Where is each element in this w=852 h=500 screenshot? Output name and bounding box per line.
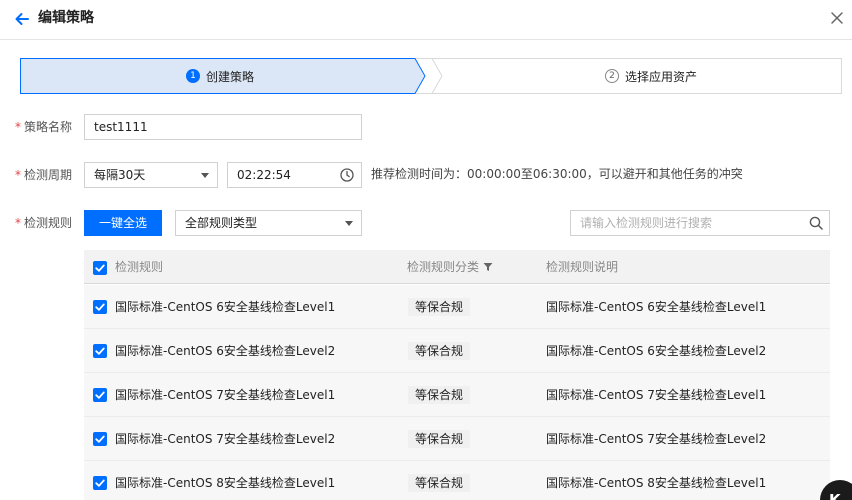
- rule-description: 国际标准-CentOS 6安全基线检查Level2: [546, 344, 767, 358]
- rule-search-input[interactable]: [571, 211, 801, 235]
- table-row[interactable]: 国际标准-CentOS 7安全基线检查Level2 等保合规 国际标准-Cent…: [84, 417, 830, 461]
- rules-table: 检测规则 检测规则分类 检测规则说明 国际标准-CentOS 6安全基线检查Le…: [84, 250, 830, 500]
- table-row[interactable]: 国际标准-CentOS 6安全基线检查Level1 等保合规 国际标准-Cent…: [84, 285, 830, 329]
- row-checkbox[interactable]: [93, 432, 107, 446]
- steps-background: [20, 58, 842, 94]
- step-label: 选择应用资产: [625, 69, 698, 84]
- rule-name: 国际标准-CentOS 7安全基线检查Level1: [115, 388, 336, 402]
- rule-type-select[interactable]: 全部规则类型: [175, 210, 362, 236]
- filter-icon[interactable]: [483, 262, 493, 272]
- page-header: 编辑策略: [0, 0, 852, 40]
- check-icon: [95, 264, 105, 272]
- row-checkbox[interactable]: [93, 476, 107, 490]
- check-icon: [95, 303, 105, 311]
- rule-description: 国际标准-CentOS 8安全基线检查Level1: [546, 476, 767, 490]
- rule-description: 国际标准-CentOS 6安全基线检查Level1: [546, 300, 767, 314]
- page-title: 编辑策略: [38, 10, 94, 26]
- rule-type-select-value: 全部规则类型: [185, 216, 258, 230]
- column-header-description: 检测规则说明: [546, 260, 619, 274]
- check-icon: [95, 391, 105, 399]
- policy-name-input[interactable]: [84, 114, 362, 140]
- step-number: 1: [186, 69, 200, 83]
- policy-name-label: * 策略名称: [15, 120, 73, 134]
- detection-period-label: * 检测周期: [15, 168, 73, 182]
- search-icon[interactable]: [809, 216, 823, 230]
- interval-select[interactable]: 每隔30天: [84, 162, 218, 188]
- select-all-button[interactable]: 一键全选: [84, 210, 162, 236]
- close-icon[interactable]: [827, 8, 847, 28]
- period-hint: 推荐检测时间为：00:00:00至06:30:00，可以避开和其他任务的冲突: [371, 167, 743, 181]
- chevron-down-icon: [201, 173, 209, 178]
- rule-name: 国际标准-CentOS 7安全基线检查Level2: [115, 432, 336, 446]
- category-tag: 等保合规: [408, 430, 471, 448]
- category-tag: 等保合规: [408, 386, 471, 404]
- rule-name: 国际标准-CentOS 6安全基线检查Level1: [115, 300, 336, 314]
- check-icon: [95, 435, 105, 443]
- chevron-down-icon: [345, 221, 353, 226]
- rule-name: 国际标准-CentOS 6安全基线检查Level2: [115, 344, 336, 358]
- step-label: 创建策略: [206, 69, 255, 84]
- steps-bar: 1 创建策略 2 选择应用资产: [20, 58, 842, 94]
- interval-select-value: 每隔30天: [94, 168, 146, 182]
- select-all-checkbox[interactable]: [93, 261, 107, 275]
- table-row[interactable]: 国际标准-CentOS 7安全基线检查Level1 等保合规 国际标准-Cent…: [84, 373, 830, 417]
- step-select-assets[interactable]: 2 选择应用资产: [605, 58, 697, 94]
- required-mark: *: [15, 216, 21, 230]
- detection-rules-label: * 检测规则: [15, 216, 73, 230]
- step-number: 2: [605, 69, 619, 83]
- row-checkbox[interactable]: [93, 388, 107, 402]
- back-arrow-icon[interactable]: [12, 9, 32, 29]
- step-create-policy[interactable]: 1 创建策略: [186, 58, 254, 94]
- clock-icon: [340, 168, 354, 182]
- time-picker[interactable]: 02:22:54: [227, 162, 362, 188]
- category-tag: 等保合规: [408, 342, 471, 360]
- rule-search-box: [570, 210, 830, 236]
- time-picker-value: 02:22:54: [237, 168, 291, 182]
- table-row[interactable]: 国际标准-CentOS 6安全基线检查Level2 等保合规 国际标准-Cent…: [84, 329, 830, 373]
- row-checkbox[interactable]: [93, 300, 107, 314]
- category-tag: 等保合规: [408, 474, 471, 492]
- check-icon: [95, 347, 105, 355]
- column-header-rule: 检测规则: [115, 260, 164, 274]
- rule-name: 国际标准-CentOS 8安全基线检查Level1: [115, 476, 336, 490]
- row-checkbox[interactable]: [93, 344, 107, 358]
- column-header-category: 检测规则分类: [407, 250, 493, 284]
- table-header: 检测规则 检测规则分类 检测规则说明: [84, 250, 830, 284]
- rule-description: 国际标准-CentOS 7安全基线检查Level2: [546, 432, 767, 446]
- required-mark: *: [15, 120, 21, 134]
- table-row[interactable]: 国际标准-CentOS 8安全基线检查Level1 等保合规 国际标准-Cent…: [84, 461, 830, 500]
- category-tag: 等保合规: [408, 298, 471, 316]
- required-mark: *: [15, 168, 21, 182]
- check-icon: [95, 479, 105, 487]
- rule-description: 国际标准-CentOS 7安全基线检查Level1: [546, 388, 767, 402]
